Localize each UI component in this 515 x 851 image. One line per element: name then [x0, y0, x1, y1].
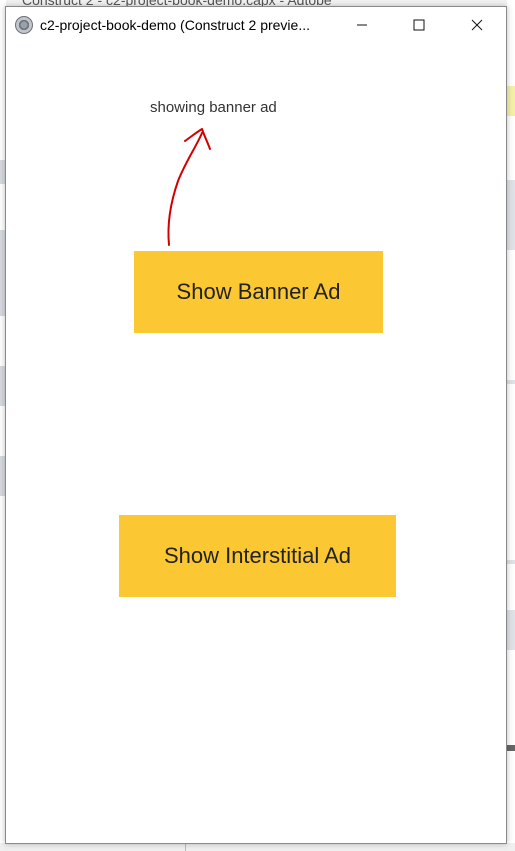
window-titlebar[interactable]: c2-project-book-demo (Construct 2 previe…: [6, 7, 506, 43]
close-icon: [471, 19, 483, 31]
maximize-button[interactable]: [396, 7, 442, 43]
desktop-background: Construct 2 - c2-project-book-demo.capx …: [0, 0, 515, 851]
show-interstitial-ad-button[interactable]: Show Interstitial Ad: [119, 515, 396, 597]
ide-panel-block: [507, 180, 515, 250]
ide-panel-block: [507, 560, 515, 564]
minimize-button[interactable]: [339, 7, 385, 43]
ide-bottom-strip: [0, 843, 515, 851]
ide-divider: [185, 843, 186, 851]
status-text: showing banner ad: [150, 99, 277, 116]
show-banner-ad-button[interactable]: Show Banner Ad: [134, 251, 383, 333]
preview-window: c2-project-book-demo (Construct 2 previe…: [5, 6, 507, 844]
annotation-arrow-icon: [167, 128, 211, 246]
window-title: c2-project-book-demo (Construct 2 previe…: [40, 17, 310, 33]
ide-panel-block: [507, 610, 515, 650]
ide-right-panel: [507, 0, 515, 851]
ide-panel-highlight: [507, 86, 515, 116]
ide-panel-block: [507, 745, 515, 751]
maximize-icon: [413, 19, 425, 31]
ide-panel-block: [507, 380, 515, 384]
construct-app-icon: [15, 16, 33, 34]
minimize-icon: [357, 24, 367, 26]
game-canvas: showing banner ad Show Banner Ad Show In…: [6, 43, 506, 843]
close-button[interactable]: [454, 7, 500, 43]
